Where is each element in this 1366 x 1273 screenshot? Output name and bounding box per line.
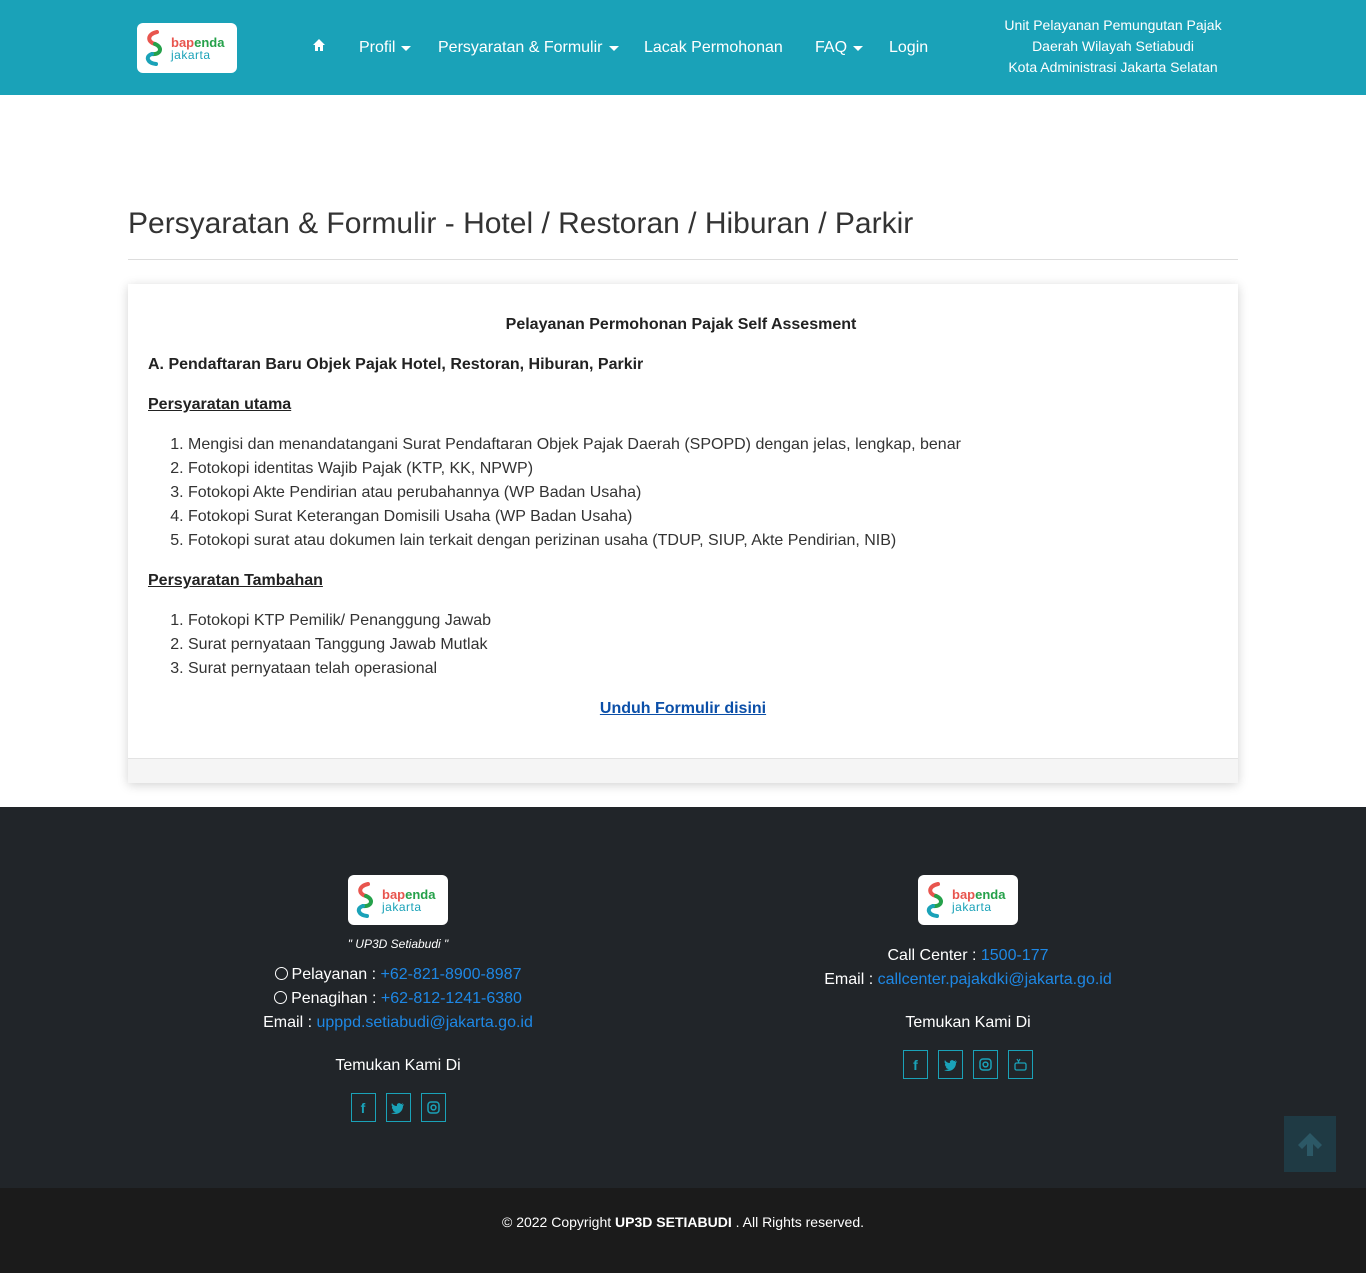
divider: [128, 259, 1238, 260]
brand-text-jakarta: jakarta: [171, 48, 211, 62]
whatsapp-icon: [274, 991, 288, 1004]
email-line: Email : upppd.setiabudi@jakarta.go.id: [248, 1011, 548, 1035]
footer-right: bapenda jakarta Call Center : 1500-177 E…: [818, 875, 1118, 1079]
back-to-top-button[interactable]: [1284, 1116, 1336, 1172]
facebook-icon: f: [360, 1099, 366, 1116]
nav-lacak-label: Lacak Permohonan: [644, 39, 783, 56]
additional-requirements-list: Fotokopi KTP Pemilik/ Penanggung Jawab S…: [188, 609, 491, 681]
nav-login[interactable]: Login: [889, 36, 928, 60]
email-link[interactable]: upppd.setiabudi@jakarta.go.id: [316, 1014, 532, 1031]
download-form-link[interactable]: Unduh Formulir disini: [600, 700, 766, 717]
page-title: Persyaratan & Formulir - Hotel / Restora…: [128, 207, 914, 240]
card-heading: Pelayanan Permohonan Pajak Self Assesmen…: [505, 316, 857, 333]
twitter-icon: [391, 1102, 404, 1114]
social-links: f: [818, 1050, 1118, 1079]
home-icon: [313, 39, 325, 51]
download-container: Unduh Formulir disini: [128, 700, 1238, 718]
footer-logo: bapenda jakarta: [918, 875, 1018, 925]
youtube-link[interactable]: [1008, 1050, 1033, 1079]
list-item: Fotokopi KTP Pemilik/ Penanggung Jawab: [188, 609, 491, 633]
card-footer: [128, 758, 1238, 783]
instagram-link[interactable]: [973, 1050, 998, 1079]
unit-info: Unit Pelayanan Pemungutan Pajak Daerah W…: [990, 15, 1236, 78]
copyright: © 2022 Copyright UP3D SETIABUDI . All Ri…: [0, 1214, 1366, 1230]
facebook-link[interactable]: f: [350, 1093, 376, 1122]
email-label: Email :: [263, 1014, 317, 1031]
nav-persyaratan-label: Persyaratan & Formulir: [438, 39, 603, 56]
top-navbar: bapenda jakarta Profil Persyaratan & For…: [0, 0, 1366, 95]
unit-info-line: Kota Administrasi Jakarta Selatan: [1008, 59, 1218, 75]
bapenda-logo-icon: [356, 882, 373, 918]
list-item: Surat pernyataan Tanggung Jawab Mutlak: [188, 633, 491, 657]
footer-left: bapenda jakarta " UP3D Setiabudi " Pelay…: [248, 875, 548, 1122]
facebook-icon: f: [913, 1056, 918, 1073]
nav-lacak[interactable]: Lacak Permohonan: [644, 36, 783, 60]
instagram-icon: [979, 1058, 992, 1071]
brand-text: bapenda jakarta: [382, 888, 435, 914]
chevron-down-icon: [853, 46, 864, 52]
instagram-icon: [426, 1101, 440, 1114]
youtube-icon: [1014, 1058, 1027, 1071]
brand-text-jakarta: jakarta: [952, 900, 992, 914]
find-us-label: Temukan Kami Di: [335, 1057, 461, 1074]
penagihan-label: Penagihan :: [291, 990, 381, 1007]
whatsapp-icon: [274, 967, 288, 980]
twitter-icon: [943, 1059, 957, 1071]
call-center-link[interactable]: 1500-177: [981, 947, 1049, 964]
instagram-link[interactable]: [420, 1093, 446, 1122]
primary-requirements-list: Mengisi dan menandatangani Surat Pendaft…: [188, 433, 961, 553]
chevron-down-icon: [608, 46, 619, 52]
list-item: Fotokopi Akte Pendirian atau perubahanny…: [188, 481, 961, 505]
find-us-label: Temukan Kami Di: [905, 1014, 1031, 1031]
twitter-link[interactable]: [385, 1093, 411, 1122]
brand-logo[interactable]: bapenda jakarta: [137, 23, 237, 73]
call-center-label: Call Center :: [887, 947, 981, 964]
pelayanan-phone-link[interactable]: +62-821-8900-8987: [380, 966, 521, 983]
section-heading: A. Pendaftaran Baru Objek Pajak Hotel, R…: [148, 356, 644, 373]
facebook-link[interactable]: f: [903, 1050, 928, 1079]
copyright-suffix: . All Rights reserved.: [731, 1214, 864, 1230]
nav-login-label: Login: [889, 39, 929, 56]
footer-bottom: © 2022 Copyright UP3D SETIABUDI . All Ri…: [0, 1188, 1366, 1273]
additional-requirements-title: Persyaratan Tambahan: [148, 572, 323, 589]
social-links: f: [248, 1093, 548, 1122]
bapenda-logo-icon: [926, 882, 943, 918]
copyright-name: UP3D SETIABUDI: [615, 1214, 732, 1230]
brand-text: bapenda jakarta: [952, 888, 1005, 914]
list-item: Surat pernyataan telah operasional: [188, 657, 491, 681]
nav-home[interactable]: [312, 36, 326, 60]
call-center-line: Call Center : 1500-177: [818, 944, 1118, 968]
footer-tagline: " UP3D Setiabudi ": [347, 937, 449, 951]
list-item: Fotokopi identitas Wajib Pajak (KTP, KK,…: [188, 457, 961, 481]
footer: bapenda jakarta " UP3D Setiabudi " Pelay…: [0, 807, 1366, 1188]
email-link[interactable]: callcenter.pajakdki@jakarta.go.id: [878, 971, 1112, 988]
copyright-prefix: © 2022 Copyright: [501, 1214, 616, 1230]
pelayanan-line: Pelayanan : +62-821-8900-8987: [248, 963, 548, 987]
email-line: Email : callcenter.pajakdki@jakarta.go.i…: [818, 968, 1118, 992]
nav-profil[interactable]: Profil: [359, 36, 412, 60]
penagihan-phone-link[interactable]: +62-812-1241-6380: [381, 990, 522, 1007]
requirements-card: Pelayanan Permohonan Pajak Self Assesmen…: [128, 284, 1238, 783]
brand-text-jakarta: jakarta: [382, 900, 422, 914]
twitter-link[interactable]: [938, 1050, 963, 1079]
unit-info-line: Unit Pelayanan Pemungutan Pajak: [1004, 17, 1222, 33]
pelayanan-label: Pelayanan :: [291, 966, 381, 983]
footer-logo: bapenda jakarta: [348, 875, 448, 925]
list-item: Fotokopi surat atau dokumen lain terkait…: [188, 529, 961, 553]
primary-requirements-title: Persyaratan utama: [148, 396, 292, 413]
nav-faq-label: FAQ: [815, 39, 848, 56]
chevron-down-icon: [401, 46, 412, 52]
list-item: Mengisi dan menandatangani Surat Pendaft…: [188, 433, 961, 457]
nav-profil-label: Profil: [359, 39, 396, 56]
arrow-up-icon: [1298, 1133, 1322, 1156]
brand-text: bapenda jakarta: [171, 36, 224, 62]
nav-persyaratan[interactable]: Persyaratan & Formulir: [438, 36, 619, 60]
penagihan-line: Penagihan : +62-812-1241-6380: [248, 987, 548, 1011]
unit-info-line: Daerah Wilayah Setiabudi: [1032, 38, 1194, 54]
nav-faq[interactable]: FAQ: [815, 36, 864, 60]
list-item: Fotokopi Surat Keterangan Domisili Usaha…: [188, 505, 961, 529]
bapenda-logo-icon: [145, 30, 162, 66]
email-label: Email :: [824, 971, 878, 988]
